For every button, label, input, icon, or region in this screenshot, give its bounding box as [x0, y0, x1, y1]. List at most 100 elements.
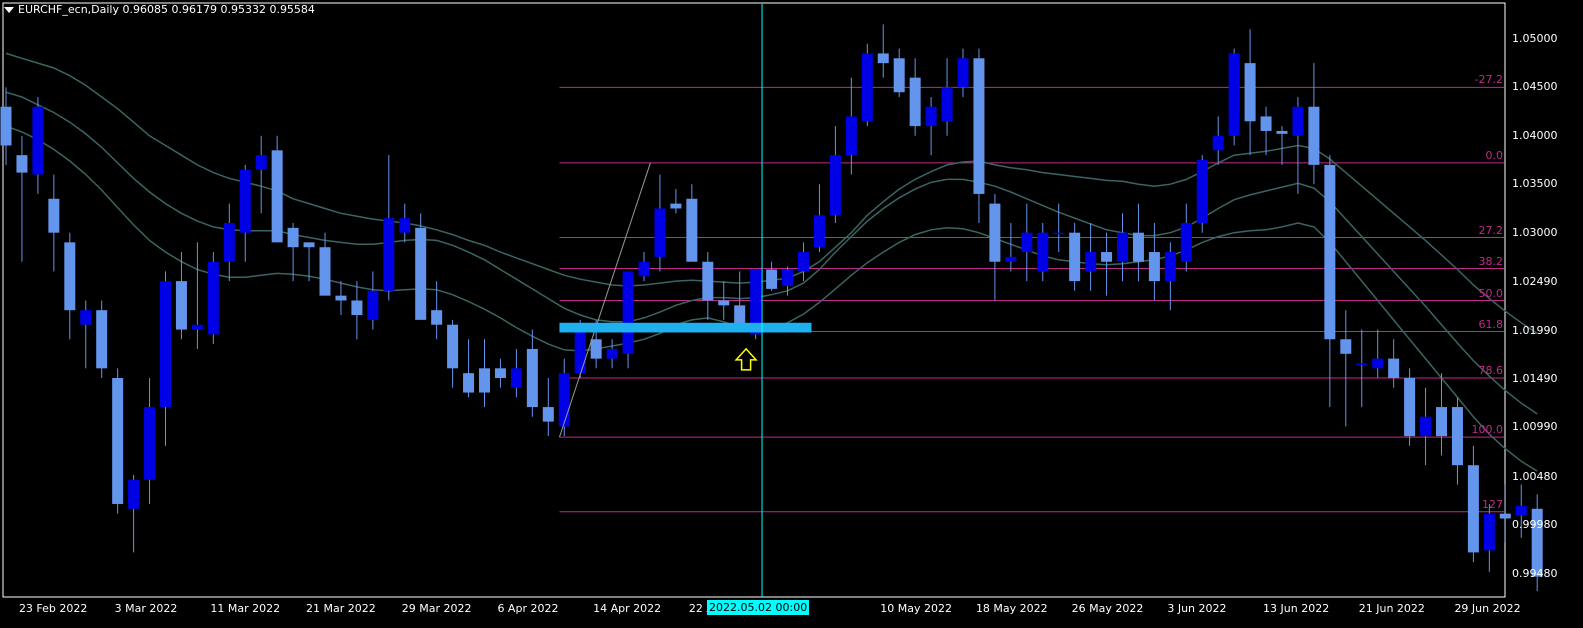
fib-level-label: -27.2	[1474, 73, 1503, 87]
candle-body	[96, 310, 108, 369]
candle-body	[1308, 106, 1320, 165]
candle	[80, 300, 92, 369]
candle	[1037, 222, 1049, 282]
date-tick-label: 18 May 2022	[975, 602, 1048, 615]
candle	[702, 252, 714, 320]
support-zone-rect	[559, 322, 812, 333]
date-tick-label: 29 Mar 2022	[401, 602, 472, 615]
candle-body	[287, 227, 299, 248]
candle-body	[798, 252, 809, 272]
candle-body	[1467, 465, 1479, 553]
candle	[1436, 373, 1447, 456]
candle	[1132, 203, 1144, 282]
candle-body	[941, 87, 953, 122]
candle	[893, 48, 905, 98]
date-tick-label: 3 Mar 2022	[114, 602, 178, 615]
candle-body	[0, 106, 12, 146]
date-tick-label: 13 Jun 2022	[1263, 602, 1330, 615]
candle	[287, 222, 299, 282]
candle-body	[1292, 106, 1304, 136]
fib-level-label: 0.0	[1485, 148, 1504, 162]
candle	[175, 252, 187, 340]
price-tick-label: 1.01490	[1512, 371, 1558, 385]
candle-body	[223, 222, 235, 262]
candle	[144, 378, 156, 504]
candle-body	[1388, 358, 1400, 379]
candle-body	[479, 368, 490, 393]
date-tick-label: 11 Mar 2022	[210, 602, 281, 615]
candle	[718, 281, 730, 320]
symbol-ohlc-label: EURCHF_ecn,Daily 0.96085 0.96179 0.95332…	[18, 3, 315, 16]
candle	[558, 358, 570, 437]
candle	[383, 155, 395, 301]
candle	[479, 339, 490, 408]
candle-body	[1436, 407, 1447, 437]
candle-body	[239, 169, 251, 233]
fib-level-label: 100.0	[1471, 423, 1504, 437]
candle	[1117, 213, 1128, 282]
fib-level-label: 78.6	[1478, 364, 1504, 377]
candle-body	[463, 373, 475, 393]
candle-body	[431, 310, 443, 325]
candle	[0, 87, 12, 165]
fib-level-label: 38.2	[1478, 254, 1504, 268]
candle-body	[32, 106, 44, 175]
candle	[319, 232, 331, 296]
candle-body	[1372, 358, 1384, 369]
candle-body	[112, 378, 124, 504]
candle-body	[989, 203, 1001, 262]
candle	[1069, 222, 1081, 291]
candle-body	[1228, 53, 1240, 136]
candle-body	[1148, 252, 1160, 282]
candle	[606, 339, 618, 369]
candle-body	[1276, 130, 1288, 134]
price-chart[interactable]	[0, 0, 1583, 628]
candle	[1483, 503, 1495, 572]
candle-body	[128, 479, 140, 509]
candle-body	[925, 106, 937, 127]
candle	[494, 358, 506, 388]
date-tick-label: 10 May 2022	[880, 602, 952, 615]
candle-body	[1260, 116, 1272, 131]
candle	[861, 43, 873, 127]
candle-body	[638, 261, 650, 277]
candle-body	[1117, 232, 1128, 262]
candle-body	[335, 295, 347, 301]
candle-body	[383, 218, 395, 291]
candle-body	[1005, 256, 1017, 262]
candle	[1467, 445, 1479, 563]
candle-body	[319, 247, 331, 296]
candle	[829, 126, 841, 223]
candle-body	[893, 58, 905, 93]
candle	[1260, 106, 1272, 156]
candle-body	[1053, 232, 1065, 235]
chart-window[interactable]: EURCHF_ecn,Daily 0.96085 0.96179 0.95332…	[0, 0, 1583, 628]
candle	[1005, 222, 1017, 272]
candle-body	[1356, 363, 1368, 365]
candle	[1180, 203, 1192, 272]
candle-body	[1420, 416, 1432, 437]
dropdown-triangle-icon[interactable]	[4, 7, 14, 13]
price-tick-label: 1.05000	[1512, 31, 1558, 45]
candle-body	[271, 150, 283, 243]
candle-body	[973, 58, 985, 194]
candle-body	[590, 339, 602, 359]
candle-body	[718, 300, 730, 306]
candle	[638, 252, 650, 282]
candle	[1244, 29, 1256, 156]
candle-body	[622, 271, 634, 354]
candle	[1356, 329, 1368, 408]
candle-body	[1499, 513, 1511, 519]
candle	[526, 329, 538, 417]
price-tick-label: 1.02490	[1512, 275, 1558, 289]
candle-body	[845, 116, 857, 156]
candle-body	[1483, 513, 1495, 551]
price-tick-label: 1.00480	[1512, 469, 1558, 483]
date-tick-label: 21 Jun 2022	[1358, 602, 1425, 615]
candle	[399, 203, 411, 243]
candle	[64, 232, 76, 340]
price-tick-label: 1.03500	[1512, 177, 1558, 191]
candle	[510, 348, 522, 398]
candle	[877, 24, 889, 78]
candle	[48, 174, 60, 272]
